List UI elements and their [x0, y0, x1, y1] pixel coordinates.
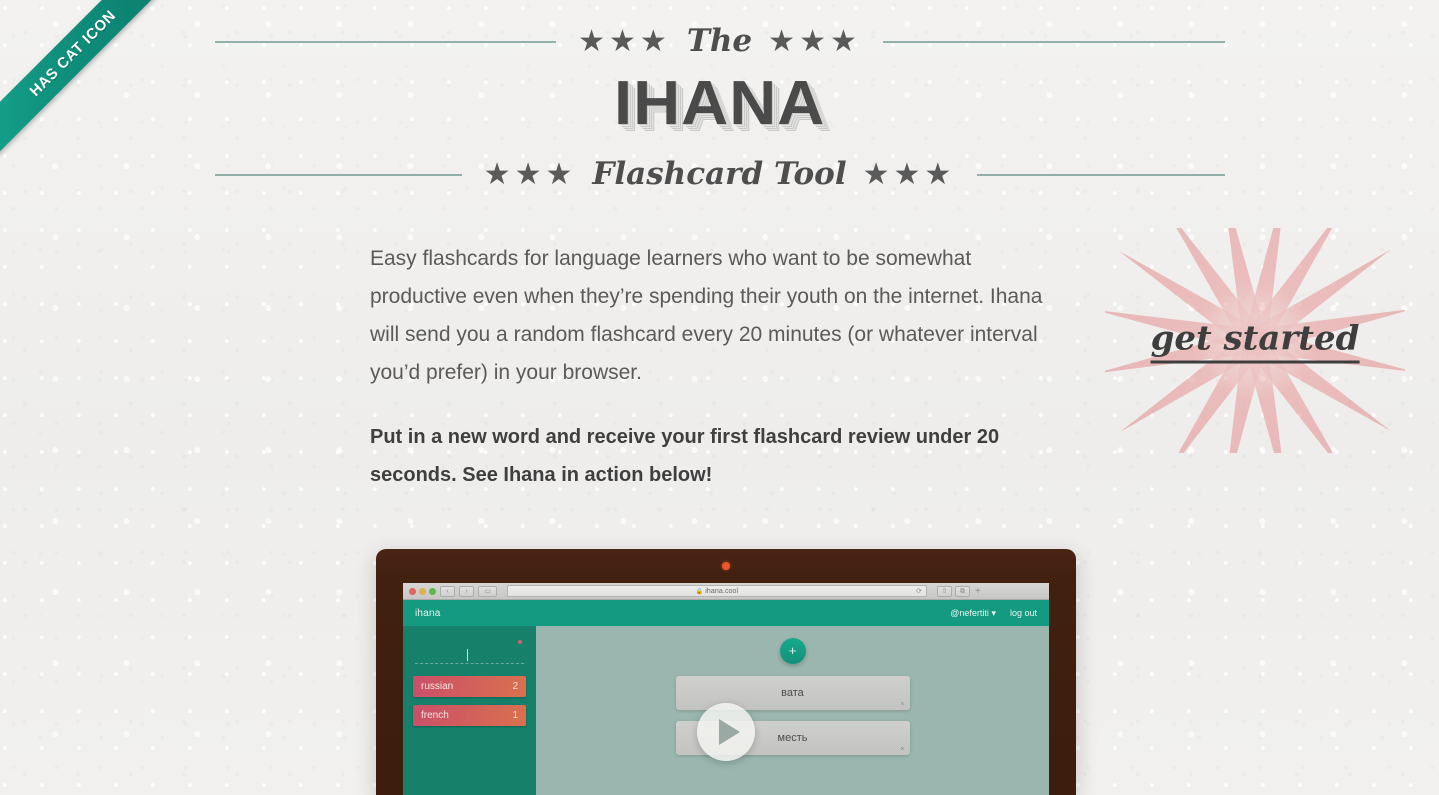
- url-text: ihana.cool: [705, 587, 739, 595]
- flashcard-delete-icon[interactable]: ×: [900, 701, 904, 708]
- flashcard-text: месть: [777, 732, 808, 744]
- chevron-down-icon: ▾: [991, 607, 996, 618]
- minimize-icon[interactable]: [419, 587, 426, 595]
- rule-left: [214, 40, 557, 43]
- back-icon[interactable]: ‹: [440, 585, 455, 597]
- sidebar-toggle-icon[interactable]: ▭: [478, 585, 497, 597]
- flashcard-item[interactable]: вата ×: [675, 676, 910, 710]
- tabs-icon[interactable]: ⧉: [955, 585, 970, 597]
- stars-right-2-icon: ★★★: [862, 157, 956, 191]
- address-bar[interactable]: 🔒 ihana.cool ⟳: [507, 585, 927, 597]
- app-workspace: + вата × месть ×: [536, 626, 1049, 795]
- flashcard-delete-icon[interactable]: ×: [900, 746, 904, 753]
- share-icon[interactable]: ⇧: [937, 585, 952, 597]
- user-menu[interactable]: @nefertiti ▾: [950, 608, 996, 619]
- lock-icon: 🔒: [695, 588, 704, 595]
- browser-chrome-right: ⇧ ⧉ +: [937, 585, 983, 597]
- stars-right-icon: ★★★: [768, 24, 861, 58]
- tag-label: russian: [421, 681, 454, 692]
- tag-count: 1: [512, 710, 518, 721]
- maximize-icon[interactable]: [429, 587, 436, 595]
- webcam-icon: [722, 562, 730, 570]
- rule-right: [882, 40, 1225, 43]
- window-controls[interactable]: [407, 587, 436, 595]
- text-caret: [467, 649, 469, 661]
- eyebrow-group: ★★★ The ★★★: [556, 26, 883, 57]
- page-title: IHANA: [613, 69, 826, 138]
- subtitle-group: ★★★ Flashcard Tool ★★★: [462, 159, 978, 190]
- app-nav-right: @nefertiti ▾ log out: [950, 608, 1037, 619]
- tag-label: french: [421, 710, 449, 721]
- app-brand[interactable]: ihana: [415, 608, 440, 619]
- page-header: ★★★ The ★★★ IHANA ★★★ Flashcard Tool ★★★: [0, 0, 1439, 190]
- user-menu-label: @nefertiti: [950, 607, 989, 618]
- tag-filter-input[interactable]: [415, 640, 524, 664]
- get-started-link[interactable]: get started: [1150, 318, 1360, 363]
- close-icon[interactable]: [409, 587, 416, 595]
- play-button[interactable]: [697, 703, 755, 761]
- laptop-screen: ‹ › ▭ 🔒 ihana.cool ⟳ ⇧ ⧉ + ihana @nefert…: [403, 583, 1049, 795]
- tag-item-french[interactable]: french 1: [413, 705, 526, 726]
- play-icon: [718, 719, 740, 745]
- demo-video[interactable]: ‹ › ▭ 🔒 ihana.cool ⟳ ⇧ ⧉ + ihana @nefert…: [376, 549, 1076, 795]
- subtitle-row: ★★★ Flashcard Tool ★★★: [214, 159, 1225, 190]
- eyebrow-row: ★★★ The ★★★: [214, 26, 1225, 57]
- notification-dot-icon: [518, 640, 522, 644]
- browser-chrome: ‹ › ▭ 🔒 ihana.cool ⟳ ⇧ ⧉ +: [403, 583, 1049, 600]
- add-card-button[interactable]: +: [779, 638, 806, 664]
- subtitle-word: Flashcard Tool: [592, 156, 847, 192]
- reload-icon[interactable]: ⟳: [916, 587, 922, 595]
- intro-section: Easy flashcards for language learners wh…: [0, 240, 1439, 494]
- intro-paragraph-strong: Put in a new word and receive your first…: [370, 426, 1000, 486]
- app-sidebar: russian 2 french 1: [403, 626, 536, 795]
- stars-left-icon: ★★★: [578, 24, 671, 58]
- new-tab-button[interactable]: +: [973, 586, 983, 597]
- tag-count: 2: [512, 681, 518, 692]
- app-navbar: ihana @nefertiti ▾ log out: [403, 600, 1049, 626]
- forward-icon[interactable]: ›: [459, 585, 474, 597]
- stars-left-2-icon: ★★★: [483, 157, 577, 191]
- intro-paragraph: Easy flashcards for language learners wh…: [370, 247, 1043, 384]
- get-started-cta: get started: [1105, 228, 1405, 453]
- logout-link[interactable]: log out: [1010, 608, 1037, 618]
- rule-right-2: [977, 173, 1225, 176]
- flashcard-text: вата: [781, 687, 804, 699]
- eyebrow-word: The: [686, 23, 753, 59]
- page-title-row: IHANA: [0, 57, 1439, 145]
- tag-item-russian[interactable]: russian 2: [413, 676, 526, 697]
- rule-left-2: [214, 173, 462, 176]
